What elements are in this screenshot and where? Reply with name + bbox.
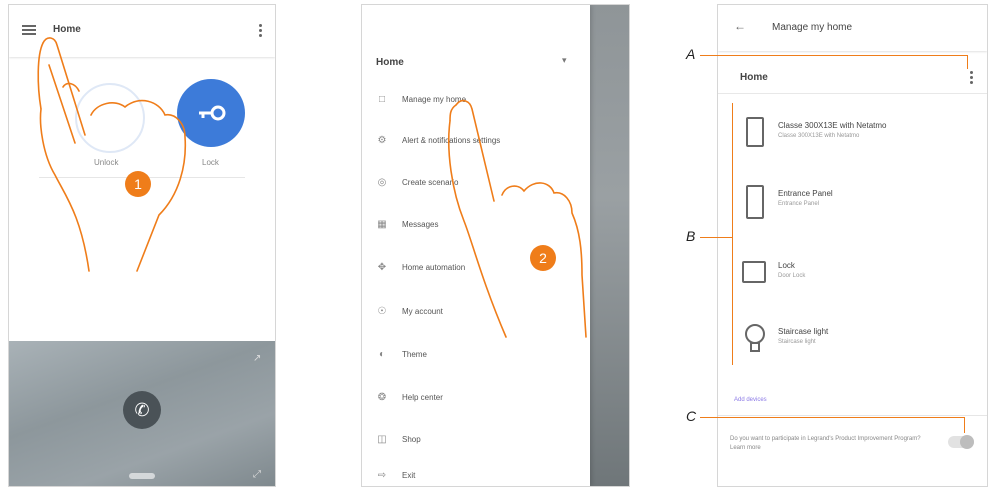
expand-icon[interactable]: ↗ xyxy=(253,353,261,364)
callout-a-line xyxy=(700,55,968,56)
menu-screen: Home ▾ □ Manage my home ⚙ Alert & notifi… xyxy=(361,4,630,487)
callout-c-line xyxy=(700,417,964,418)
videophone-icon xyxy=(746,117,764,147)
gear-icon: ◎ xyxy=(377,177,387,188)
network-icon: ✥ xyxy=(377,262,387,273)
menu-item-theme[interactable]: ◐ Theme xyxy=(362,346,590,366)
entrance-panel-icon xyxy=(746,185,764,219)
page-indicator xyxy=(129,473,155,479)
fullscreen-icon[interactable]: ⤢ xyxy=(253,469,261,480)
logout-icon: ⇨ xyxy=(377,470,387,481)
add-devices-link[interactable]: Add devices xyxy=(734,397,767,403)
kebab-icon[interactable] xyxy=(970,71,973,86)
manage-home-screen: ← Manage my home Home Classe 300X13E wit… xyxy=(717,4,988,487)
callout-c: C xyxy=(686,408,697,424)
app-bar: ← Manage my home xyxy=(718,5,987,51)
lock-icon xyxy=(742,261,766,283)
home-screen: Home Unlock Lock ✆ ↗ ⤢ 1 xyxy=(8,4,276,487)
menu-item-shop[interactable]: ◫ Shop xyxy=(362,431,590,451)
chevron-down-icon[interactable]: ▾ xyxy=(562,55,567,66)
message-icon: ▦ xyxy=(377,219,387,230)
callout-b: B xyxy=(686,228,696,244)
menu-item-exit[interactable]: ⇨ Exit xyxy=(362,467,590,486)
menu-item-help[interactable]: ❂ Help center xyxy=(362,389,590,409)
pointing-hand-icon xyxy=(37,37,187,272)
phone-icon[interactable]: ✆ xyxy=(123,391,161,429)
home-header: Home xyxy=(718,59,987,94)
theme-icon: ◐ xyxy=(378,349,386,360)
help-icon: ❂ xyxy=(377,392,387,403)
shop-icon: ◫ xyxy=(377,434,387,445)
toggle-switch[interactable] xyxy=(948,435,974,449)
divider xyxy=(718,415,987,416)
bulb-icon xyxy=(745,324,765,352)
back-arrow-icon[interactable]: ← xyxy=(734,19,746,33)
pointing-hand-icon xyxy=(447,99,587,338)
callout-c-tick xyxy=(964,417,965,433)
device-row[interactable]: Lock Door Lock xyxy=(718,249,987,309)
device-row[interactable]: Staircase light Staircase light xyxy=(718,315,987,375)
page-title: Manage my home xyxy=(772,22,853,33)
device-row[interactable]: Classe 300X13E with Netatmo Classe 300X1… xyxy=(718,109,987,169)
callout-a-tick xyxy=(967,55,968,69)
kebab-icon[interactable] xyxy=(259,24,262,39)
user-icon: ☉ xyxy=(377,306,387,317)
program-text: Do you want to participate in Legrand's … xyxy=(730,436,921,451)
callout-a: A xyxy=(686,46,696,62)
drawer-title: Home xyxy=(376,57,404,68)
device-row[interactable]: Entrance Panel Entrance Panel xyxy=(718,177,987,237)
callout-b-line xyxy=(700,237,732,238)
callout-b-bracket xyxy=(732,103,733,365)
bell-icon: ⚙ xyxy=(377,135,387,146)
home-icon: □ xyxy=(378,94,386,105)
video-preview[interactable]: ✆ ↗ ⤢ xyxy=(9,341,275,486)
section-title: Home xyxy=(740,72,768,83)
